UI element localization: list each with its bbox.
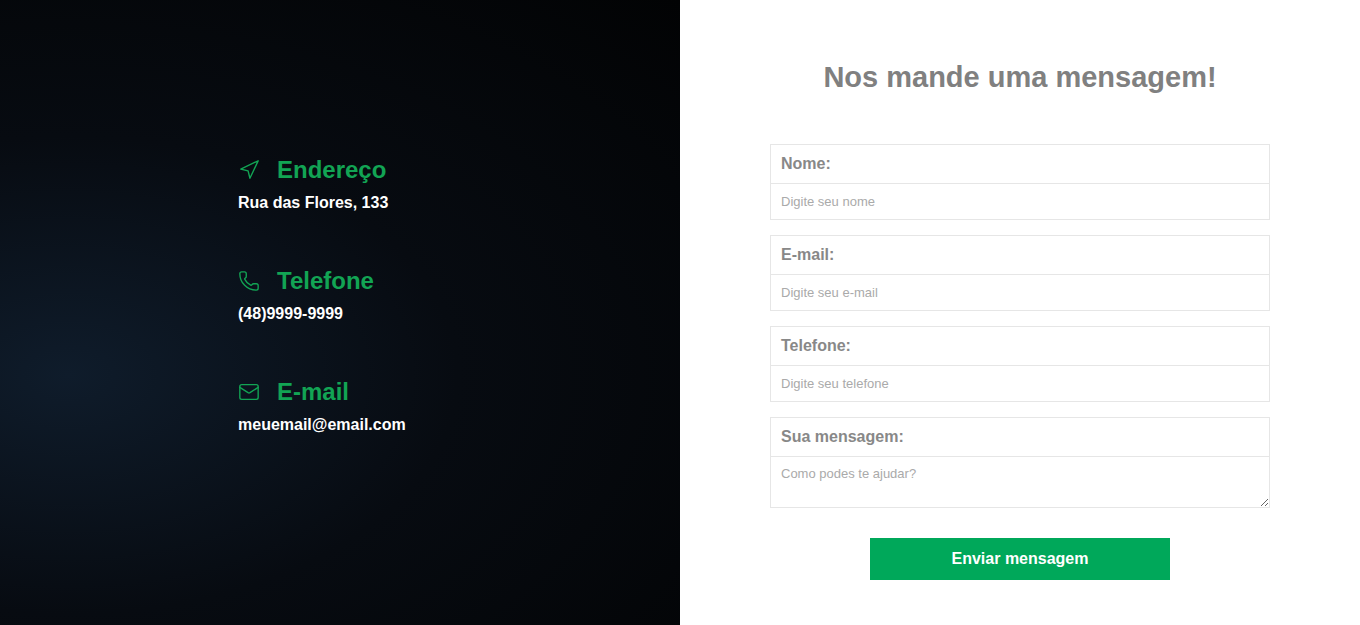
contact-form: Nome: E-mail: Telefone: Sua mensagem: Enviar… — [770, 144, 1270, 580]
navigation-arrow-icon — [238, 159, 260, 181]
contact-heading: E-mail — [238, 377, 680, 407]
form-field: Sua mensagem: — [770, 417, 1270, 508]
contact-page: Endereço Rua das Flores, 133 Telefone (48)9… — [0, 0, 1360, 625]
contact-title: E-mail — [277, 378, 349, 406]
form-field: Nome: — [770, 144, 1270, 220]
contact-value: (48)9999-9999 — [238, 304, 680, 324]
contact-value: Rua das Flores, 133 — [238, 193, 680, 213]
text-input[interactable] — [771, 184, 1269, 219]
contact-item: Endereço Rua das Flores, 133 — [238, 155, 680, 213]
form-panel: Nos mande uma mensagem! Nome: E-mail: Telef… — [680, 0, 1360, 625]
contact-heading: Endereço — [238, 155, 680, 185]
city-photo-panel: Endereço Rua das Flores, 133 Telefone (48)9… — [0, 0, 680, 625]
text-input[interactable] — [771, 275, 1269, 310]
submit-button[interactable]: Enviar mensagem — [870, 538, 1170, 580]
field-label: Sua mensagem: — [771, 418, 1269, 457]
field-label: Nome: — [771, 145, 1269, 184]
field-label: E-mail: — [771, 236, 1269, 275]
form-title: Nos mande uma mensagem! — [823, 58, 1216, 96]
contact-title: Telefone — [277, 267, 374, 295]
phone-icon — [238, 270, 260, 292]
form-field: Telefone: — [770, 326, 1270, 402]
text-input[interactable] — [771, 366, 1269, 401]
contact-heading: Telefone — [238, 266, 680, 296]
contact-item: E-mail meuemail@email.com — [238, 377, 680, 435]
form-field: E-mail: — [770, 235, 1270, 311]
contact-value: meuemail@email.com — [238, 415, 680, 435]
mail-icon — [238, 381, 260, 403]
contact-item: Telefone (48)9999-9999 — [238, 266, 680, 324]
message-textarea[interactable] — [771, 457, 1269, 507]
contact-title: Endereço — [277, 156, 386, 184]
field-label: Telefone: — [771, 327, 1269, 366]
